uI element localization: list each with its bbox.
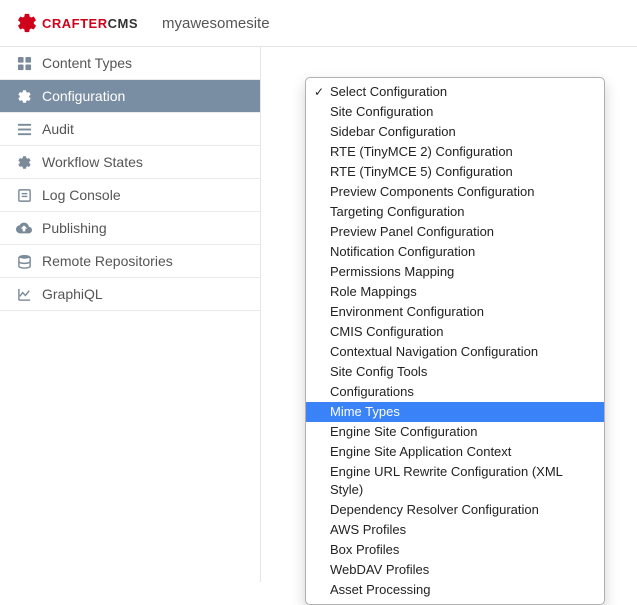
logo-gear-icon [16, 12, 38, 34]
sidebar-item-label: Audit [42, 121, 74, 137]
dropdown-item-label: Engine URL Rewrite Configuration (XML St… [330, 463, 594, 499]
dropdown-item-label: CMIS Configuration [330, 323, 443, 341]
database-icon [16, 253, 32, 269]
chart-icon [16, 286, 32, 302]
gear-icon [16, 88, 32, 104]
dropdown-item-label: Engine Site Configuration [330, 423, 477, 441]
dropdown-item-label: Mime Types [330, 403, 400, 421]
dropdown-item-label: Environment Configuration [330, 303, 484, 321]
dropdown-item[interactable]: Sidebar Configuration [306, 122, 604, 142]
sidebar-item-label: Content Types [42, 55, 132, 71]
dropdown-item[interactable]: RTE (TinyMCE 2) Configuration [306, 142, 604, 162]
sidebar-item-label: Publishing [42, 220, 107, 236]
dropdown-item-label: WebDAV Profiles [330, 561, 429, 579]
logo-text: CRAFTERCMS [42, 16, 138, 31]
dropdown-item[interactable]: Environment Configuration [306, 302, 604, 322]
dropdown-item-label: Select Configuration [330, 83, 447, 101]
dropdown-item-label: RTE (TinyMCE 2) Configuration [330, 143, 513, 161]
dropdown-item[interactable]: Dependency Resolver Configuration [306, 500, 604, 520]
dropdown-item-label: Preview Components Configuration [330, 183, 535, 201]
dropdown-item[interactable]: Role Mappings [306, 282, 604, 302]
dropdown-item[interactable]: WebDAV Profiles [306, 560, 604, 580]
dropdown-item-label: Contextual Navigation Configuration [330, 343, 538, 361]
sidebar-item-label: Configuration [42, 88, 125, 104]
dropdown-item-label: Dependency Resolver Configuration [330, 501, 539, 519]
dropdown-item[interactable]: RTE (TinyMCE 5) Configuration [306, 162, 604, 182]
dropdown-item-label: Site Config Tools [330, 363, 427, 381]
dropdown-item-label: Asset Processing [330, 581, 430, 599]
sidebar-item-remote-repositories[interactable]: Remote Repositories [0, 245, 260, 278]
sidebar-item-configuration[interactable]: Configuration [0, 80, 260, 113]
dropdown-item[interactable]: Select Configuration [306, 82, 604, 102]
dropdown-item[interactable]: Contextual Navigation Configuration [306, 342, 604, 362]
dropdown-item-label: RTE (TinyMCE 5) Configuration [330, 163, 513, 181]
dropdown-item[interactable]: Mime Types [306, 402, 604, 422]
sidebar-item-graphiql[interactable]: GraphiQL [0, 278, 260, 311]
dropdown-item-label: Configurations [330, 383, 414, 401]
log-icon [16, 187, 32, 203]
dropdown-item[interactable]: Engine URL Rewrite Configuration (XML St… [306, 462, 604, 500]
sidebar-item-label: GraphiQL [42, 286, 103, 302]
sidebar-item-label: Workflow States [42, 154, 143, 170]
sidebar-item-audit[interactable]: Audit [0, 113, 260, 146]
dropdown-item-label: Permissions Mapping [330, 263, 454, 281]
configuration-dropdown[interactable]: Select Configuration Site Configuration Si… [305, 77, 605, 605]
dropdown-item-label: Role Mappings [330, 283, 417, 301]
grid-icon [16, 55, 32, 71]
header: CRAFTERCMS myawesomesite [0, 0, 637, 47]
content-area: Select Configuration Site Configuration Si… [261, 47, 637, 582]
dropdown-item[interactable]: Site Config Tools [306, 362, 604, 382]
dropdown-item-label: Preview Panel Configuration [330, 223, 494, 241]
dropdown-item[interactable]: Site Configuration [306, 102, 604, 122]
dropdown-item-label: Engine Site Application Context [330, 443, 511, 461]
logo[interactable]: CRAFTERCMS [16, 12, 138, 34]
cloud-icon [16, 220, 32, 236]
dropdown-item[interactable]: Notification Configuration [306, 242, 604, 262]
sidebar: Content Types Configuration Audit Workflow … [0, 47, 261, 582]
dropdown-item[interactable]: Targeting Configuration [306, 202, 604, 222]
sidebar-item-content-types[interactable]: Content Types [0, 47, 260, 80]
dropdown-item[interactable]: Preview Components Configuration [306, 182, 604, 202]
sidebar-item-label: Log Console [42, 187, 121, 203]
dropdown-item[interactable]: AWS Profiles [306, 520, 604, 540]
dropdown-item-label: AWS Profiles [330, 521, 406, 539]
main: Content Types Configuration Audit Workflow … [0, 47, 637, 582]
dropdown-item-label: Targeting Configuration [330, 203, 464, 221]
dropdown-item[interactable]: Box Profiles [306, 540, 604, 560]
site-name: myawesomesite [162, 15, 270, 32]
dropdown-item-label: Sidebar Configuration [330, 123, 456, 141]
list-icon [16, 121, 32, 137]
dropdown-item[interactable]: Asset Processing [306, 580, 604, 600]
dropdown-item[interactable]: Engine Site Configuration [306, 422, 604, 442]
dropdown-item-label: Box Profiles [330, 541, 399, 559]
gear-icon [16, 154, 32, 170]
dropdown-item-label: Site Configuration [330, 103, 433, 121]
dropdown-item[interactable]: Permissions Mapping [306, 262, 604, 282]
sidebar-item-workflow-states[interactable]: Workflow States [0, 146, 260, 179]
logo-cms-text: CMS [108, 16, 138, 31]
logo-crafter-text: CRAFTER [42, 16, 108, 31]
dropdown-item[interactable]: Preview Panel Configuration [306, 222, 604, 242]
sidebar-item-log-console[interactable]: Log Console [0, 179, 260, 212]
dropdown-item[interactable]: CMIS Configuration [306, 322, 604, 342]
sidebar-item-publishing[interactable]: Publishing [0, 212, 260, 245]
dropdown-item-label: Notification Configuration [330, 243, 475, 261]
sidebar-item-label: Remote Repositories [42, 253, 173, 269]
dropdown-item[interactable]: Configurations [306, 382, 604, 402]
dropdown-item[interactable]: Engine Site Application Context [306, 442, 604, 462]
